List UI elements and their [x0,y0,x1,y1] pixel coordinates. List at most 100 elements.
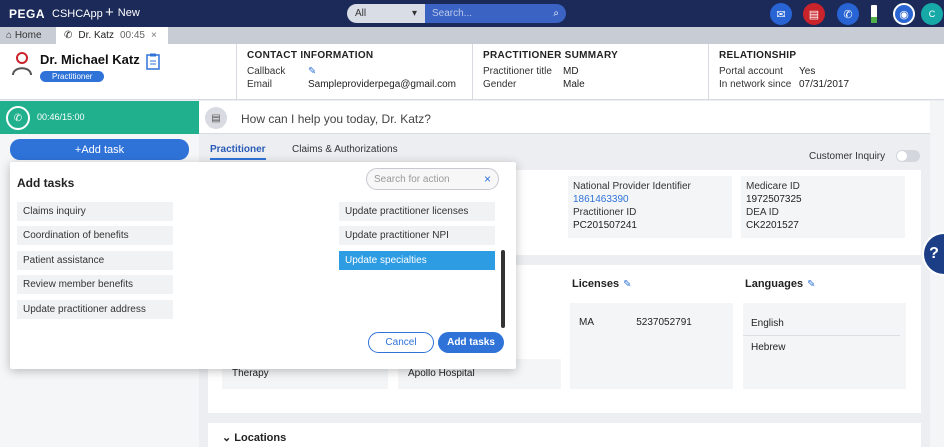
phone-icon: ✆ [64,30,73,41]
prompt-text: How can I help you today, Dr. Katz? [241,112,431,126]
dea-value: CK2201527 [746,220,799,231]
top-navigation-bar: PEGA CSHCApp + New All ▾ Search... ⌕ ✉ ▤ ✆ … [0,0,944,27]
help-icon[interactable]: ? [922,232,944,276]
licenses-title: Licenses ✎ [572,278,631,290]
search-input[interactable]: Search... ⌕ [425,4,566,23]
list-item: Hebrew [751,342,786,353]
clipboard-icon[interactable] [146,53,160,70]
interaction-prompt: ▤ How can I help you today, Dr. Katz? [199,101,930,134]
phone-icon[interactable]: ✆ [6,106,30,130]
languages-list: English Hebrew [743,303,906,389]
app-name[interactable]: CSHCApp [52,8,103,20]
license-number: 5237052791 [636,317,692,328]
tab-label: Dr. Katz [78,30,114,41]
tab-claims-authorizations[interactable]: Claims & Authorizations [292,144,398,155]
medicare-field: Medicare ID 1972507325 DEA ID CK2201527 [741,176,905,238]
info-row: Email Sampleproviderpega@gmail.com [247,78,462,91]
npi-label: National Provider Identifier [573,181,691,192]
call-timer-text: 00:46/15:00 [37,112,85,122]
practitioner-id-label: Practitioner ID [573,207,637,218]
task-item-coordination-of-benefits[interactable]: Coordination of benefits [17,226,173,245]
practitioner-summary: PRACTITIONER SUMMARY Practitioner title M… [472,44,708,100]
npi-link[interactable]: 1861463390 [573,193,727,206]
info-value: Male [563,79,585,90]
pencil-icon[interactable]: ✎ [807,279,815,290]
locations-section[interactable]: ⌄ Locations [208,423,921,447]
avatar[interactable]: C [921,3,943,25]
npi-field: National Provider Identifier 1861463390 … [568,176,732,238]
pencil-icon[interactable]: ✎ [308,65,316,78]
customer-inquiry-toggle[interactable] [896,150,920,162]
task-item-update-specialties[interactable]: Update specialties [339,251,495,270]
workspace-tabs: ⌂ Home ✆ Dr. Katz 00:45 × [0,27,944,44]
info-label: Gender [483,79,517,90]
cancel-button[interactable]: Cancel [368,332,434,353]
task-item-update-practitioner-licenses[interactable]: Update practitioner licenses [339,202,495,221]
battery-icon [871,5,877,23]
modal-title: Add tasks [17,176,75,190]
tab-home-label: Home [14,30,42,41]
status-badge: Practitioner [40,71,105,82]
new-button[interactable]: + New [105,5,140,20]
task-item-update-practitioner-address[interactable]: Update practitioner address [17,300,173,319]
practitioner-id-value: PC201507241 [573,220,637,231]
task-item-update-practitioner-npi[interactable]: Update practitioner NPI [339,226,495,245]
add-task-button[interactable]: + Add task [10,139,189,160]
info-row: Portal account Yes [719,65,934,78]
section-title: CONTACT INFORMATION [247,50,374,61]
info-label: Callback [247,66,286,77]
brand-logo[interactable]: PEGA [9,7,45,21]
action-search-placeholder: Search for action [374,174,450,185]
info-row: Callback ✎ [247,65,462,78]
chevron-down-icon: ▾ [411,8,417,19]
info-value: Sampleproviderpega@gmail.com [308,79,456,90]
main-tabs: Practitioner Claims & Authorizations Cus… [199,134,930,163]
chevron-down-icon: ⌄ [222,432,232,444]
person-icon [12,52,32,76]
relationship: RELATIONSHIP Portal account Yes In networ… [708,44,944,100]
medicare-value: 1972507325 [746,194,802,205]
home-icon: ⌂ [6,30,13,41]
search-scope-select[interactable]: All ▾ [347,4,425,23]
search-icon[interactable]: ⌕ [553,8,559,19]
phone-icon[interactable]: ✆ [837,3,859,25]
task-item-review-member-benefits[interactable]: Review member benefits [17,275,173,294]
task-item-claims-inquiry[interactable]: Claims inquiry [17,202,173,221]
add-task-label: Add task [81,143,125,156]
new-button-label: New [117,6,140,19]
close-icon[interactable]: × [484,173,491,185]
mail-icon[interactable]: ✉ [770,3,792,25]
tab-home[interactable]: ⌂ Home [6,30,42,41]
medicare-label: Medicare ID [746,181,800,192]
licenses-title-text: Licenses [572,278,620,290]
languages-title-text: Languages [745,278,804,290]
close-icon[interactable]: × [151,30,157,41]
modal-scrollbar[interactable] [501,250,505,328]
tab-dr-katz[interactable]: ✆ Dr. Katz 00:45 × [56,27,168,44]
action-search-input[interactable]: Search for action × [366,168,499,190]
task-item-patient-assistance[interactable]: Patient assistance [17,251,173,270]
info-value: MD [563,66,579,77]
license-state: MA [579,317,594,328]
add-tasks-button[interactable]: Add tasks [438,332,504,353]
tab-practitioner[interactable]: Practitioner [210,144,266,160]
case-header: Dr. Michael Katz Practitioner CONTACT IN… [0,44,944,100]
license-row: MA 5237052791 [570,303,733,389]
dea-label: DEA ID [746,207,779,218]
info-row: In network since 07/31/2017 [719,78,934,91]
bot-icon[interactable]: ◉ [893,3,915,25]
list-item: English [743,303,900,336]
section-title: RELATIONSHIP [719,50,797,61]
global-search: All ▾ Search... ⌕ [347,4,566,23]
script-icon[interactable]: ▤ [205,107,227,129]
info-label: Practitioner title [483,66,552,77]
chat-icon[interactable]: ▤ [803,3,825,25]
call-timer: ✆ 00:46/15:00 [0,101,199,134]
search-scope-value: All [355,8,367,19]
section-title: PRACTITIONER SUMMARY [483,50,619,61]
info-value: 07/31/2017 [799,79,850,90]
info-row: Practitioner title MD [483,65,698,78]
info-value: Yes [799,66,816,77]
pencil-icon[interactable]: ✎ [623,279,631,290]
hospital-text: Apollo Hospital [408,368,475,379]
